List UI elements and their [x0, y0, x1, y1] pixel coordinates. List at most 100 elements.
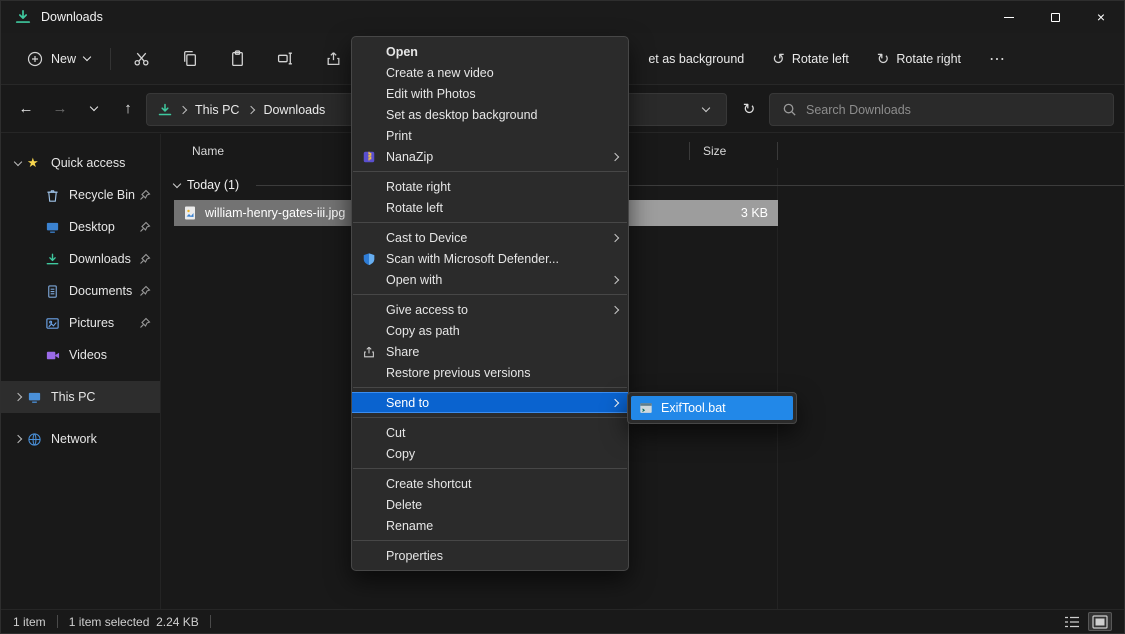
- back-button[interactable]: ←: [11, 94, 41, 124]
- downloads-folder-icon: [14, 8, 32, 26]
- menu-item-nanazip[interactable]: NanaZip: [352, 146, 628, 167]
- send-to-submenu: ExifTool.bat: [627, 392, 797, 424]
- view-toggles: [1060, 612, 1112, 631]
- menu-item-open-with[interactable]: Open with: [352, 269, 628, 290]
- titlebar-left: Downloads: [1, 1, 103, 33]
- file-explorer-window: Downloads × New: [0, 0, 1125, 634]
- cut-button[interactable]: [121, 41, 161, 77]
- rotate-right-label: Rotate right: [896, 52, 961, 66]
- menu-item-create-a-new-video[interactable]: Create a new video: [352, 62, 628, 83]
- copy-button[interactable]: [169, 41, 209, 77]
- menu-item-set-as-desktop-background[interactable]: Set as desktop background: [352, 104, 628, 125]
- sidebar-item-label: Quick access: [51, 156, 125, 170]
- menu-item-open[interactable]: Open: [352, 41, 628, 62]
- menu-item-label: Copy: [386, 447, 415, 461]
- submenu-item-exiftool[interactable]: ExifTool.bat: [631, 396, 793, 420]
- navigation-pane: ★ Quick access Recycle Bin Desktop: [1, 134, 161, 609]
- chevron-down-icon: [90, 103, 98, 111]
- menu-item-create-shortcut[interactable]: Create shortcut: [352, 473, 628, 494]
- menu-item-cut[interactable]: Cut: [352, 422, 628, 443]
- menu-item-properties[interactable]: Properties: [352, 545, 628, 566]
- menu-item-give-access-to[interactable]: Give access to: [352, 299, 628, 320]
- paste-clipboard-icon: [229, 50, 246, 67]
- new-button[interactable]: New: [17, 44, 100, 74]
- close-icon: ×: [1097, 9, 1105, 25]
- maximize-button[interactable]: [1032, 1, 1078, 33]
- rename-icon: [277, 50, 294, 67]
- rename-button[interactable]: [265, 41, 305, 77]
- up-button[interactable]: ↑: [113, 94, 143, 124]
- up-arrow-icon: ↑: [124, 100, 132, 117]
- menu-item-cast-to-device[interactable]: Cast to Device: [352, 227, 628, 248]
- sidebar-item-label: Recycle Bin: [69, 188, 135, 202]
- menu-item-rename[interactable]: Rename: [352, 515, 628, 536]
- rotate-right-button[interactable]: ↻ Rotate right: [877, 52, 961, 67]
- toolbar-divider: [110, 48, 111, 70]
- refresh-button[interactable]: ↻: [735, 95, 763, 123]
- address-dropdown-button[interactable]: [694, 98, 718, 122]
- column-divider[interactable]: [689, 142, 690, 160]
- submenu-arrow-icon: [611, 275, 619, 283]
- column-header-size[interactable]: Size: [703, 134, 726, 168]
- chevron-down-icon: [9, 162, 27, 165]
- menu-item-copy[interactable]: Copy: [352, 443, 628, 464]
- menu-item-rotate-right[interactable]: Rotate right: [352, 176, 628, 197]
- set-as-background-button[interactable]: et as background: [648, 52, 744, 66]
- breadcrumb-downloads[interactable]: Downloads: [255, 99, 333, 121]
- command-bar-right: et as background ↺ Rotate left ↻ Rotate …: [648, 33, 1005, 85]
- thumbnail-view-icon: [1092, 615, 1108, 629]
- defender-shield-icon: [352, 252, 386, 266]
- submenu-arrow-icon: [611, 305, 619, 313]
- window-controls: ×: [986, 1, 1124, 33]
- submenu-arrow-icon: [611, 152, 619, 160]
- close-button[interactable]: ×: [1078, 1, 1124, 33]
- menu-separator: [353, 171, 627, 172]
- status-divider: [57, 615, 58, 628]
- sidebar-item-videos[interactable]: Videos: [1, 339, 160, 371]
- sidebar-item-quick-access[interactable]: ★ Quick access: [1, 147, 160, 179]
- more-options-button[interactable]: ⋯: [989, 49, 1005, 69]
- submenu-arrow-icon: [611, 233, 619, 241]
- forward-button[interactable]: →: [45, 94, 75, 124]
- back-arrow-icon: ←: [19, 100, 34, 117]
- rotate-left-button[interactable]: ↺ Rotate left: [772, 52, 849, 67]
- search-icon: [782, 102, 797, 117]
- details-view-button[interactable]: [1060, 612, 1084, 631]
- sidebar-item-label: Documents: [69, 284, 132, 298]
- sidebar-item-label: Desktop: [69, 220, 115, 234]
- menu-item-rotate-left[interactable]: Rotate left: [352, 197, 628, 218]
- minimize-button[interactable]: [986, 1, 1032, 33]
- sidebar-item-pictures[interactable]: Pictures: [1, 307, 160, 339]
- sidebar-item-this-pc[interactable]: This PC: [1, 381, 160, 413]
- column-header-name[interactable]: Name: [192, 134, 224, 168]
- menu-item-share[interactable]: Share: [352, 341, 628, 362]
- menu-item-restore-previous-versions[interactable]: Restore previous versions: [352, 362, 628, 383]
- column-divider[interactable]: [777, 142, 778, 160]
- thumbnail-view-button[interactable]: [1088, 612, 1112, 631]
- chevron-right-icon: [9, 436, 27, 442]
- share-button[interactable]: [313, 41, 353, 77]
- sidebar-item-downloads[interactable]: Downloads: [1, 243, 160, 275]
- file-size-cell: 3 KB: [628, 200, 778, 226]
- menu-item-edit-with-photos[interactable]: Edit with Photos: [352, 83, 628, 104]
- titlebar: Downloads ×: [1, 1, 1124, 33]
- sidebar-item-recycle-bin[interactable]: Recycle Bin: [1, 179, 160, 211]
- sidebar-item-label: This PC: [51, 390, 95, 404]
- menu-item-copy-as-path[interactable]: Copy as path: [352, 320, 628, 341]
- menu-item-label: Print: [386, 129, 412, 143]
- recent-locations-button[interactable]: [79, 94, 109, 124]
- menu-item-delete[interactable]: Delete: [352, 494, 628, 515]
- sidebar-item-desktop[interactable]: Desktop: [1, 211, 160, 243]
- menu-item-scan-with-microsoft-defender[interactable]: Scan with Microsoft Defender...: [352, 248, 628, 269]
- group-header-today[interactable]: Today (1): [174, 171, 1124, 199]
- sidebar-item-network[interactable]: Network: [1, 423, 160, 455]
- sidebar-item-documents[interactable]: Documents: [1, 275, 160, 307]
- menu-item-print[interactable]: Print: [352, 125, 628, 146]
- chevron-down-icon: [83, 53, 91, 61]
- paste-button[interactable]: [217, 41, 257, 77]
- breadcrumb-this-pc[interactable]: This PC: [187, 99, 247, 121]
- pin-icon: [139, 189, 151, 204]
- menu-item-send-to[interactable]: Send to: [352, 392, 628, 413]
- cut-scissors-icon: [133, 50, 150, 67]
- search-input[interactable]: [806, 103, 1101, 117]
